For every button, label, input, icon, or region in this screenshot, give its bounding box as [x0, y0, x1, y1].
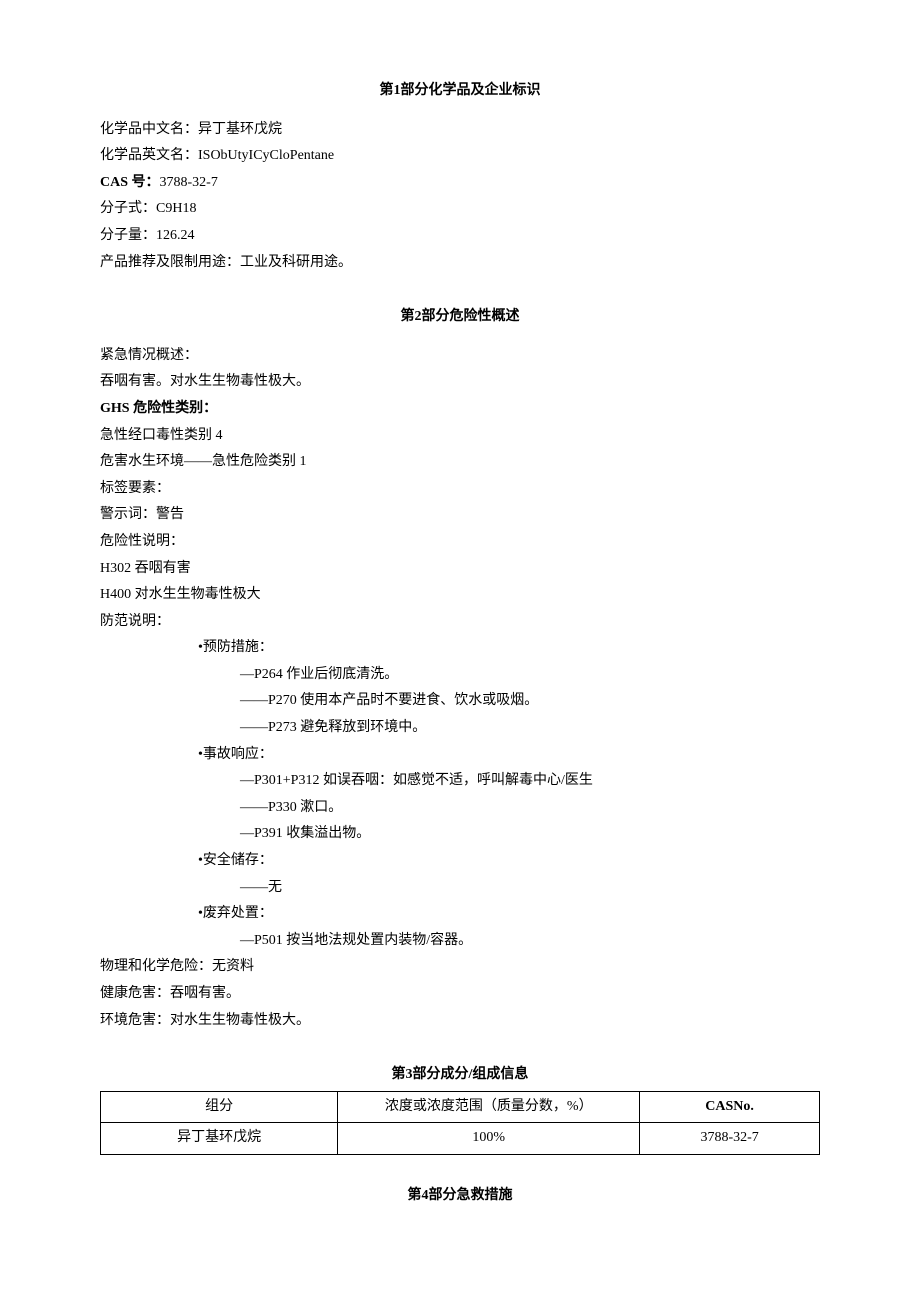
col-concentration: 浓度或浓度范围（质量分数，%） — [338, 1091, 640, 1123]
heading-suffix: 部分成分/组成信息 — [413, 1067, 529, 1082]
p330: ——P330 漱口。 — [100, 795, 820, 822]
label: 化学品中文名： — [100, 122, 198, 137]
heading-prefix: 第 — [392, 1067, 406, 1082]
storage-none: ——无 — [100, 875, 820, 902]
precaution-label: 防范说明： — [100, 609, 820, 636]
heading-number: 1 — [394, 83, 401, 98]
cell-component: 异丁基环戊烷 — [101, 1123, 338, 1155]
cas-number: CAS 号：3788-32-7 — [100, 170, 820, 197]
label: 分子量： — [100, 228, 156, 243]
col-component: 组分 — [101, 1091, 338, 1123]
value: C9H18 — [156, 201, 196, 216]
value: 吞咽有害。 — [170, 986, 240, 1001]
p301-p312: —P301+P312 如误吞咽：如感觉不适，呼叫解毒中心/医生 — [100, 768, 820, 795]
storage-header: •安全储存： — [100, 848, 820, 875]
table-row: 异丁基环戊烷 100% 3788-32-7 — [101, 1123, 820, 1155]
value: 异丁基环戊烷 — [198, 122, 282, 137]
label: 警示词： — [100, 507, 156, 522]
value: 126.24 — [156, 228, 195, 243]
disposal-header: •废弃处置： — [100, 901, 820, 928]
h400: H400 对水生生物毒性极大 — [100, 582, 820, 609]
label: 化学品英文名： — [100, 148, 198, 163]
heading-number: 4 — [422, 1188, 429, 1203]
label: 物理和化学危险： — [100, 959, 212, 974]
section-1-heading: 第1部分化学品及企业标识 — [100, 78, 820, 105]
section-2-body: 紧急情况概述： 吞咽有害。对水生生物毒性极大。 GHS 危险性类别： 急性经口毒… — [100, 343, 820, 1034]
molecular-formula: 分子式：C9H18 — [100, 196, 820, 223]
heading-prefix: 第 — [380, 83, 394, 98]
ghs-line-2: 危害水生环境——急性危险类别 1 — [100, 449, 820, 476]
environmental-hazard: 环境危害：对水生生物毒性极大。 — [100, 1008, 820, 1035]
physchem-hazard: 物理和化学危险：无资料 — [100, 954, 820, 981]
label: 环境危害： — [100, 1013, 170, 1028]
emergency-overview-text: 吞咽有害。对水生生物毒性极大。 — [100, 369, 820, 396]
value: 3788-32-7 — [160, 175, 218, 190]
molecular-weight: 分子量：126.24 — [100, 223, 820, 250]
heading-number: 2 — [415, 309, 422, 324]
ghs-category-label: GHS 危险性类别： — [100, 396, 820, 423]
signal-word: 警示词：警告 — [100, 502, 820, 529]
hazard-statements-label: 危险性说明： — [100, 529, 820, 556]
cell-concentration: 100% — [338, 1123, 640, 1155]
col-cas: CASNo. — [640, 1091, 820, 1123]
value: 无资料 — [212, 959, 254, 974]
heading-suffix: 部分化学品及企业标识 — [401, 83, 541, 98]
emergency-overview-label: 紧急情况概述： — [100, 343, 820, 370]
heading-suffix: 部分急救措施 — [429, 1188, 513, 1203]
ghs-line-1: 急性经口毒性类别 4 — [100, 423, 820, 450]
section-3-heading: 第3部分成分/组成信息 — [100, 1062, 820, 1089]
prevention-header: •预防措施： — [100, 635, 820, 662]
p270: ——P270 使用本产品时不要进食、饮水或吸烟。 — [100, 688, 820, 715]
value: 对水生生物毒性极大。 — [170, 1013, 310, 1028]
section-4-heading: 第4部分急救措施 — [100, 1183, 820, 1210]
p391: —P391 收集溢出物。 — [100, 821, 820, 848]
table-header-row: 组分 浓度或浓度范围（质量分数，%） CASNo. — [101, 1091, 820, 1123]
chemical-name-cn: 化学品中文名：异丁基环戊烷 — [100, 117, 820, 144]
value: 警告 — [156, 507, 184, 522]
p264: —P264 作业后彻底清洗。 — [100, 662, 820, 689]
label-elements: 标签要素： — [100, 476, 820, 503]
composition-table: 组分 浓度或浓度范围（质量分数，%） CASNo. 异丁基环戊烷 100% 37… — [100, 1091, 820, 1155]
label: 健康危害： — [100, 986, 170, 1001]
response-header: •事故响应： — [100, 742, 820, 769]
heading-prefix: 第 — [401, 309, 415, 324]
health-hazard: 健康危害：吞咽有害。 — [100, 981, 820, 1008]
h302: H302 吞咽有害 — [100, 556, 820, 583]
p273: ——P273 避免释放到环境中。 — [100, 715, 820, 742]
section-2-heading: 第2部分危险性概述 — [100, 304, 820, 331]
p501: —P501 按当地法规处置内装物/容器。 — [100, 928, 820, 955]
heading-prefix: 第 — [408, 1188, 422, 1203]
label: 分子式： — [100, 201, 156, 216]
chemical-name-en: 化学品英文名：ISObUtyICyCloPentane — [100, 143, 820, 170]
section-1-body: 化学品中文名：异丁基环戊烷 化学品英文名：ISObUtyICyCloPentan… — [100, 117, 820, 277]
value: ISObUtyICyCloPentane — [198, 148, 334, 163]
recommended-use: 产品推荐及限制用途：工业及科研用途。 — [100, 250, 820, 277]
heading-suffix: 部分危险性概述 — [422, 309, 520, 324]
cell-cas: 3788-32-7 — [640, 1123, 820, 1155]
heading-number: 3 — [406, 1067, 413, 1082]
label: CAS 号： — [100, 175, 160, 190]
value: 工业及科研用途。 — [240, 255, 352, 270]
label: 产品推荐及限制用途： — [100, 255, 240, 270]
